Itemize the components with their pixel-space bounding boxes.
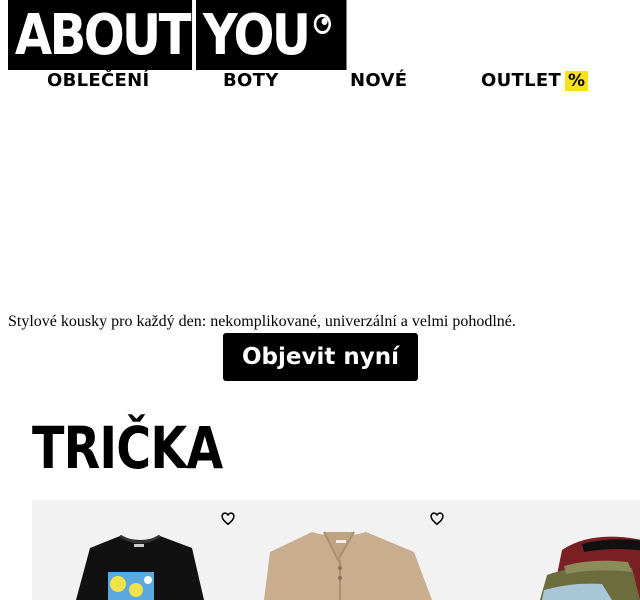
product-card[interactable] — [242, 500, 452, 600]
hero-description: Stylové kousky pro každý den: nekompliko… — [8, 313, 516, 330]
discover-now-button[interactable]: Objevit nyní — [223, 333, 418, 381]
main-nav: OBLEČENÍ BOTY NOVÉ OUTLET% — [0, 70, 640, 96]
black-graphic-tshirt-image — [76, 534, 204, 600]
section-title: TRIČKA — [32, 414, 223, 482]
stacked-tshirts-image — [540, 536, 640, 600]
product-carousel — [32, 500, 640, 600]
product-card[interactable] — [452, 500, 640, 600]
nav-item-outlet[interactable]: OUTLET% — [481, 70, 589, 91]
nav-item-outlet-label: OUTLET — [481, 70, 562, 91]
nav-item-shoes[interactable]: BOTY — [223, 70, 279, 91]
logo-circle-icon — [313, 14, 332, 34]
logo-word-you-text: YOU — [202, 2, 311, 68]
outlet-percent-badge: % — [565, 71, 589, 91]
logo-word-about: ABOUT — [8, 0, 193, 70]
nav-item-clothes[interactable]: OBLEČENÍ — [47, 70, 149, 91]
nav-item-new[interactable]: NOVÉ — [350, 70, 407, 91]
brand-logo[interactable]: ABOUT YOU — [8, 0, 371, 70]
product-card[interactable] — [32, 500, 242, 600]
beige-polo-shirt-image — [264, 531, 432, 600]
logo-word-you: YOU — [196, 0, 347, 70]
